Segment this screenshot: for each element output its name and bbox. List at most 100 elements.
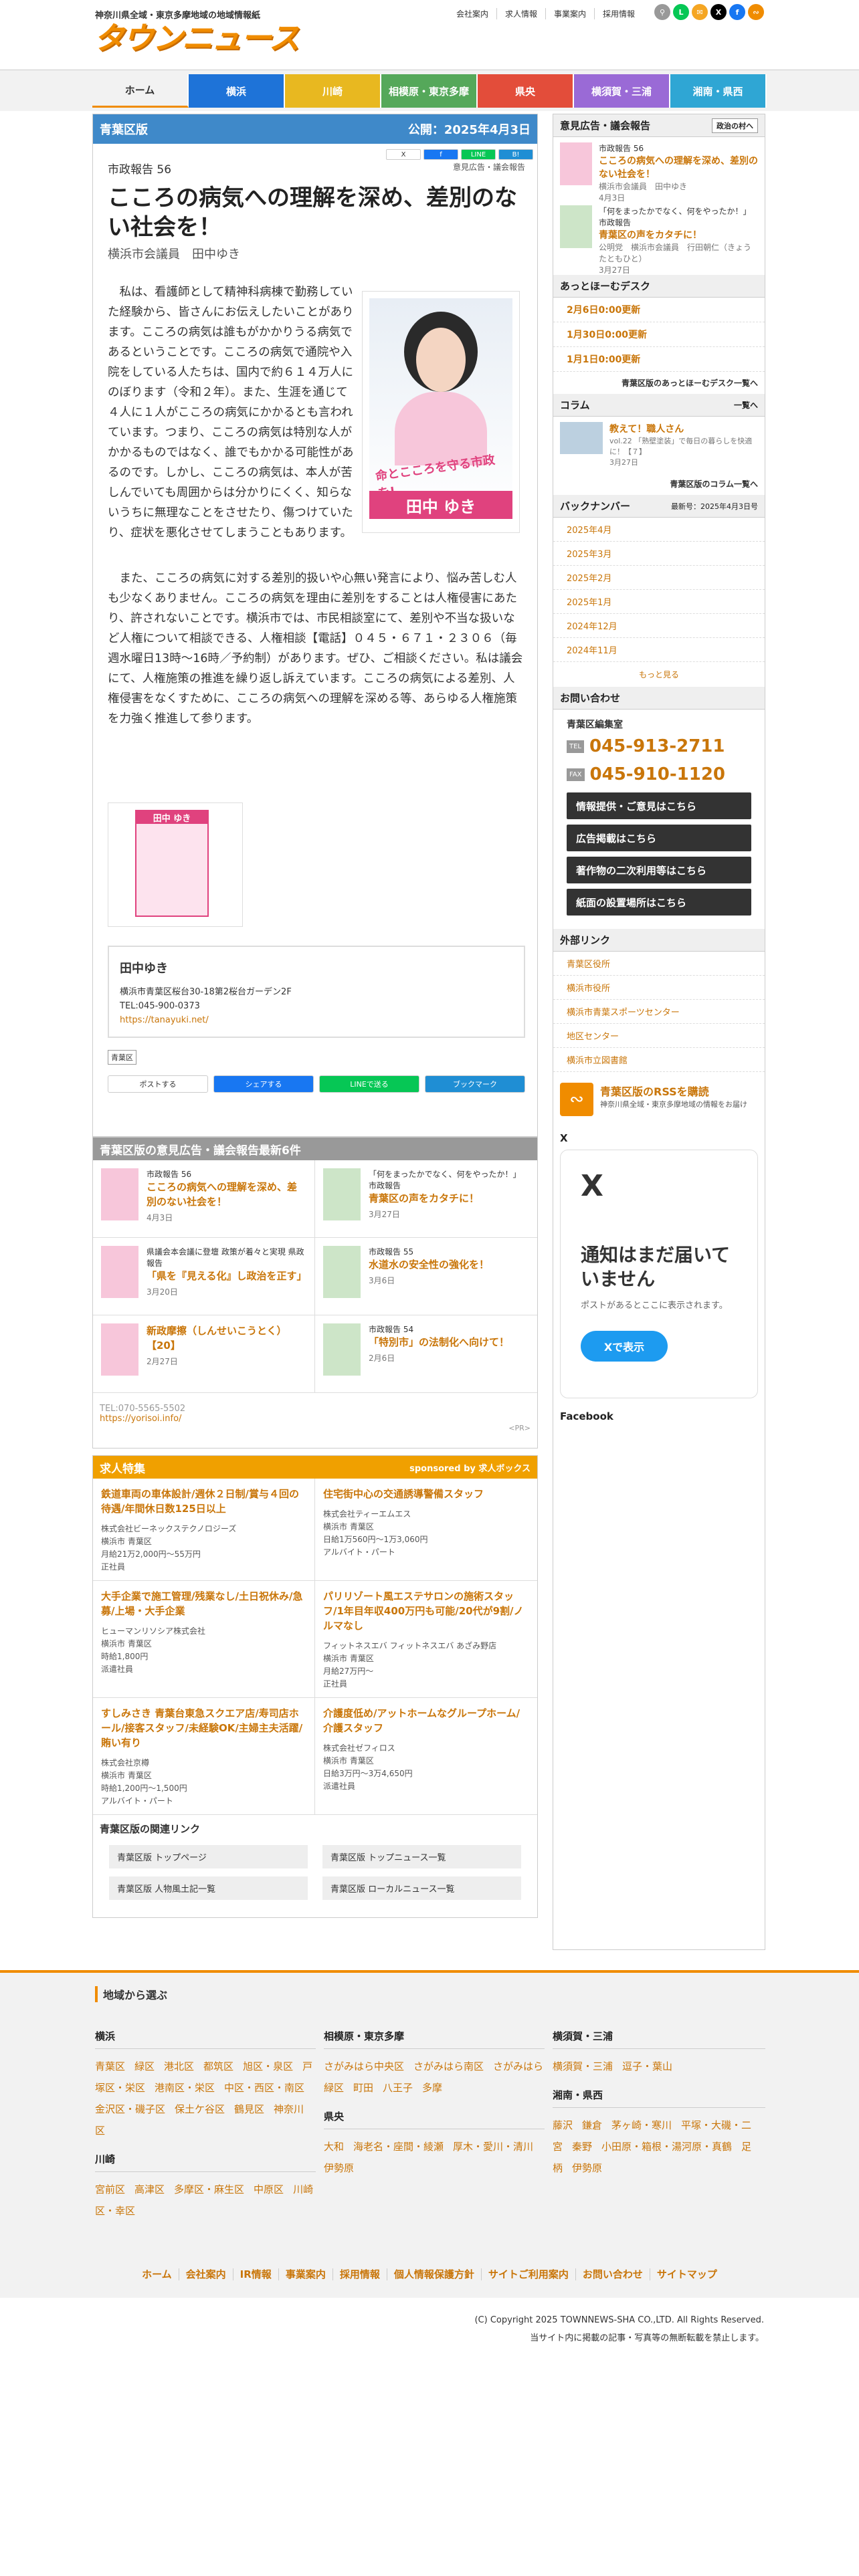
footer-bar-link[interactable]: お問い合わせ (575, 2268, 650, 2280)
sidebar-ad-2-title[interactable]: 青葉区の声をカタチに！ (599, 228, 758, 241)
footer-link[interactable]: さがみはら南区 (413, 2060, 484, 2072)
job-title[interactable]: 介護度低め/アットホームなグループホーム/介護スタッフ (323, 1706, 529, 1735)
footer-link[interactable]: 海老名・座間・綾瀬 (353, 2141, 444, 2153)
footer-link[interactable]: 中原区 (254, 2183, 284, 2195)
job-item[interactable]: すしみさき 青葉台東急スクエア店/寿司店ホール/接客スタッフ/未経験OK/主婦主… (93, 1698, 315, 1815)
desk-item-1[interactable]: 2月6日0:00更新 (553, 298, 765, 322)
footer-bar-link[interactable]: ホーム (135, 2268, 179, 2280)
share-button-1[interactable]: シェアする (213, 1075, 314, 1093)
footer-link[interactable]: 緑区 (134, 2060, 155, 2072)
footer-link[interactable]: 多摩区・麻生区 (174, 2183, 244, 2195)
job-item[interactable]: 鉄道車両の車体設計/週休２日制/賞与４回の待遇/年間休日数125日以上 株式会社ビ… (93, 1479, 315, 1581)
job-title[interactable]: パリリゾート風エステサロンの施術スタッフ/1年目年収400万円も可能/20代が9… (323, 1589, 529, 1633)
job-title[interactable]: 大手企業で施工管理/残業なし/土日祝休み/急募/上場・大手企業 (101, 1589, 306, 1618)
share-button-3[interactable]: ブックマーク (425, 1075, 525, 1093)
job-title[interactable]: すしみさき 青葉台東急スクエア店/寿司店ホール/接客スタッフ/未経験OK/主婦主… (101, 1706, 306, 1750)
latest-footer-url[interactable]: https://yorisoi.info/ (100, 1414, 531, 1424)
footer-link[interactable]: 伊勢原 (324, 2162, 354, 2174)
footer-link[interactable]: 伊勢原 (572, 2162, 602, 2174)
footer-link[interactable]: 都筑区 (203, 2060, 233, 2072)
contact-phone[interactable]: 045-913-2711 (589, 736, 725, 756)
footer-link[interactable]: 保土ケ谷区 (175, 2103, 225, 2115)
column-link[interactable]: 青葉区版のコラム一覧へ (553, 473, 765, 495)
backnumber-item[interactable]: 2024年11月 (553, 638, 765, 662)
location-button[interactable]: 紙面の設置場所はこちら (567, 889, 751, 916)
backnumber-item[interactable]: 2025年1月 (553, 590, 765, 614)
desk-more[interactable]: 青葉区版のあっとほーむデスク一覧へ (553, 372, 765, 394)
share-button-0[interactable]: ポストする (108, 1075, 208, 1093)
footer-link[interactable]: 厚木・愛川・清川 (453, 2141, 533, 2153)
latest-item[interactable]: 市政報告 55 水道水の安全性の強化を！ 3月6日 (315, 1238, 537, 1315)
footer-link[interactable]: 逗子・葉山 (622, 2060, 672, 2072)
related-topnews[interactable]: 青葉区版 トップニュース一覧 (322, 1845, 521, 1868)
job-item[interactable]: 介護度低め/アットホームなグループホーム/介護スタッフ 株式会社ゼフィロス 横浜市 … (315, 1698, 537, 1815)
desk-item-2[interactable]: 1月30日0:00更新 (553, 322, 765, 347)
latest-item[interactable]: 県議会本会議に登壇 政策が着々と実現 県政報告 「県を『見える化』し政治を正す」 3… (93, 1238, 315, 1315)
backnumber-item[interactable]: 2024年12月 (553, 614, 765, 638)
latest-item-title[interactable]: 水道水の安全性の強化を！ (369, 1257, 489, 1272)
related-top[interactable]: 青葉区版 トップページ (109, 1845, 308, 1868)
site-logo[interactable]: タウンニュース (94, 20, 300, 56)
footer-link[interactable]: 宮前区 (95, 2183, 125, 2195)
backnumber-item[interactable]: 2025年4月 (553, 518, 765, 542)
latest-item[interactable]: 「何をまったかでなく、何をやったか！」 市政報告 青葉区の声をカタチに！ 3月27日 (315, 1160, 537, 1238)
latest-item[interactable]: 市政報告 54 「特別市」の法制化へ向けて！ 2月6日 (315, 1315, 537, 1393)
footer-link[interactable]: 中区・西区・南区 (224, 2082, 304, 2094)
footer-bar-link[interactable]: 個人情報保護方針 (386, 2268, 481, 2280)
ad-button[interactable]: 広告掲載はこちら (567, 825, 751, 851)
header-link-recruit[interactable]: 採用情報 (594, 8, 643, 19)
footer-link[interactable]: 秦野 (572, 2141, 592, 2153)
article-photo[interactable]: 命とこころを守る市政を! 田中 ゆき (362, 291, 520, 533)
latest-item[interactable]: 新政摩擦（しんせいこうとく）【20】 2月27日 (93, 1315, 315, 1393)
footer-link[interactable]: 港南区・栄区 (155, 2082, 215, 2094)
external-link[interactable]: 青葉区役所 (553, 952, 765, 976)
external-link[interactable]: 地区センター (553, 1024, 765, 1048)
related-local[interactable]: 青葉区版 ローカルニュース一覧 (322, 1876, 521, 1900)
footer-link[interactable]: 茅ヶ崎・寒川 (611, 2119, 672, 2131)
footer-link[interactable]: 港北区 (164, 2060, 194, 2072)
sidebar-ad-1[interactable]: 市政報告 56 こころの病気への理解を深め、差別のない社会を！ 横浜市会議員 田中ゆ… (553, 137, 765, 203)
job-title[interactable]: 鉄道車両の車体設計/週休２日制/賞与４回の待遇/年間休日数125日以上 (101, 1487, 306, 1516)
latest-item-title[interactable]: 新政摩擦（しんせいこうとく）【20】 (147, 1323, 306, 1353)
latest-item-title[interactable]: こころの病気への理解を深め、差別のない社会を！ (147, 1180, 306, 1209)
footer-link[interactable]: 鶴見区 (234, 2103, 264, 2115)
footer-link[interactable]: 青葉区 (95, 2060, 125, 2072)
footer-link[interactable]: 多摩 (422, 2082, 442, 2094)
header-link-jobs[interactable]: 求人情報 (496, 8, 545, 19)
footer-link[interactable]: 大和 (324, 2141, 344, 2153)
latest-item-title[interactable]: 「県を『見える化』し政治を正す」 (147, 1269, 307, 1283)
external-link[interactable]: 横浜市役所 (553, 976, 765, 1000)
footer-link[interactable]: さがみはら中央区 (324, 2060, 404, 2072)
job-item[interactable]: パリリゾート風エステサロンの施術スタッフ/1年目年収400万円も可能/20代が9… (315, 1581, 537, 1698)
mail-icon[interactable]: ✉ (692, 4, 708, 20)
column-more[interactable]: 一覧へ (734, 399, 758, 411)
footer-bar-link[interactable]: 採用情報 (332, 2268, 387, 2280)
footer-link[interactable]: 横須賀・三浦 (553, 2060, 613, 2072)
footer-link[interactable]: 町田 (353, 2082, 373, 2094)
print-ad[interactable]: 田中 ゆき (108, 802, 243, 927)
sidebar-ad-2[interactable]: 「何をまったかでなく、何をやったか！」 市政報告 青葉区の声をカタチに！ 公明党 横… (553, 200, 765, 275)
external-link[interactable]: 横浜市立図書館 (553, 1048, 765, 1072)
tag-aoba[interactable]: 青葉区 (108, 1050, 136, 1065)
column-item[interactable]: 教えて！職人さん vol.22 「熟壁塗装」で毎日の暮らしを快適に！【７】 3月27… (553, 417, 765, 473)
nav-item-5[interactable]: 横須賀・三浦 (574, 74, 670, 108)
footer-link[interactable]: 藤沢 (553, 2119, 573, 2131)
column-item-title[interactable]: 教えて！職人さん (609, 422, 758, 435)
desk-item-3[interactable]: 1月1日0:00更新 (553, 347, 765, 372)
nav-item-2[interactable]: 川崎 (285, 74, 381, 108)
footer-bar-link[interactable]: サイトご利用案内 (480, 2268, 575, 2280)
rss-box[interactable]: ∾ 青葉区版のRSSを購読 神奈川県全域・東京多摩地域の情報をお届け (553, 1072, 765, 1127)
rss-title[interactable]: 青葉区版のRSSを購読 (600, 1083, 747, 1099)
footer-bar-link[interactable]: IR情報 (232, 2268, 278, 2280)
backnumber-item[interactable]: 2025年3月 (553, 542, 765, 566)
copyright-button[interactable]: 著作物の二次利用等はこちら (567, 857, 751, 883)
backnumber-item[interactable]: 2025年2月 (553, 566, 765, 590)
footer-link[interactable]: 鎌倉 (582, 2119, 602, 2131)
search-icon[interactable]: ⚲ (654, 4, 670, 20)
latest-item[interactable]: 市政報告 56 こころの病気への理解を深め、差別のない社会を！ 4月3日 (93, 1160, 315, 1238)
footer-bar-link[interactable]: 会社案内 (178, 2268, 233, 2280)
line-icon[interactable]: L (673, 4, 689, 20)
footer-link[interactable]: 旭区・泉区 (243, 2060, 293, 2072)
header-link-business[interactable]: 事業案内 (545, 8, 594, 19)
footer-bar-link[interactable]: 事業案内 (278, 2268, 332, 2280)
